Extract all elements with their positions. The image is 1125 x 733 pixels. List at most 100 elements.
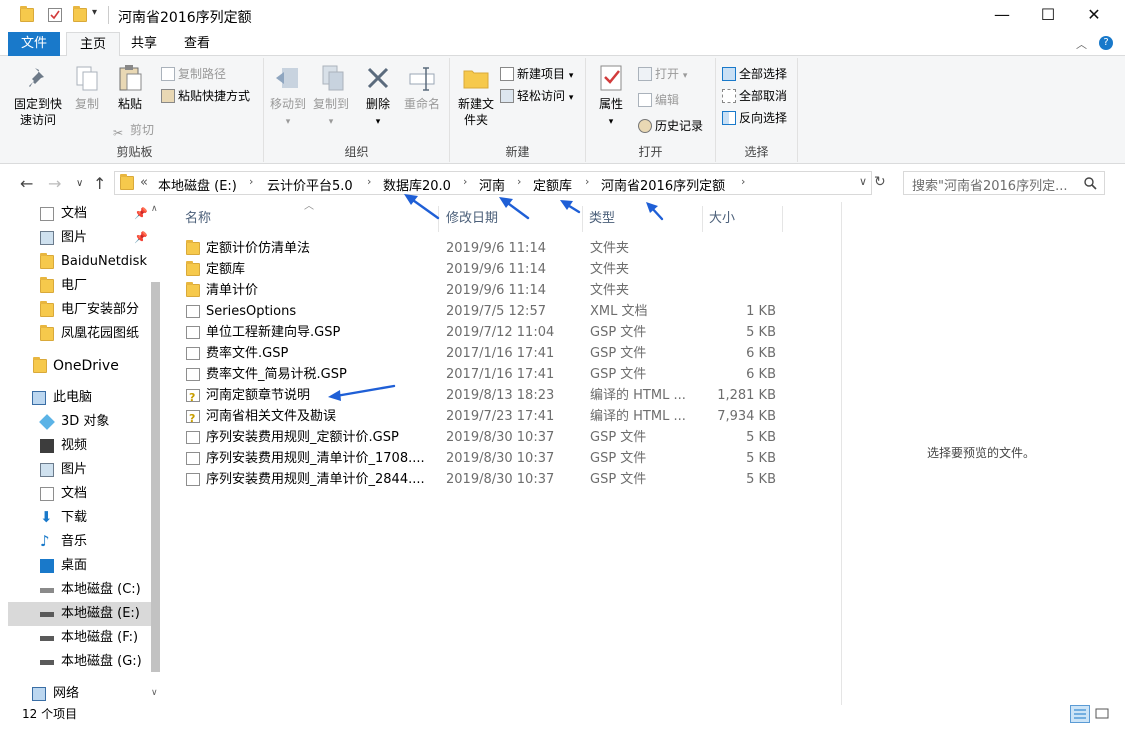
breadcrumb-separator-icon[interactable]: › <box>367 175 371 188</box>
copy-path-button[interactable]: 复制路径 <box>161 64 226 84</box>
tab-share[interactable]: 共享 <box>118 32 170 56</box>
file-row[interactable]: 单位工程新建向导.GSP 2019/7/12 11:04 GSP 文件 5 KB <box>180 322 800 343</box>
edit-button[interactable]: 编辑 <box>638 90 679 110</box>
breadcrumb-overflow[interactable]: « <box>140 175 148 190</box>
new-folder-quick-access-icon[interactable] <box>73 6 87 22</box>
nav-item-power-plant[interactable]: 电厂 <box>8 274 148 298</box>
help-icon[interactable]: ? <box>1099 36 1113 50</box>
nav-item-drive-c[interactable]: 本地磁盘 (C:) <box>8 578 148 602</box>
column-header-size[interactable]: 大小 <box>709 206 735 232</box>
up-arrow-icon[interactable]: ↑ <box>93 174 106 193</box>
refresh-icon[interactable]: ↻ <box>874 174 886 190</box>
scrollbar-thumb[interactable] <box>151 282 160 672</box>
breadcrumb-item[interactable]: 河南省2016序列定额 <box>601 175 725 194</box>
tab-home[interactable]: 主页 <box>66 32 121 57</box>
nav-item-garden-drawings[interactable]: 凤凰花园图纸 <box>8 322 148 346</box>
search-icon[interactable] <box>1084 177 1097 190</box>
collapse-ribbon-icon[interactable]: ︿ <box>1076 36 1087 52</box>
open-button[interactable]: 打开 ▾ <box>638 64 687 84</box>
breadcrumb-separator-icon[interactable]: › <box>517 175 521 188</box>
nav-item-drive-e[interactable]: 本地磁盘 (E:) <box>8 602 155 626</box>
properties-quick-access-icon[interactable] <box>48 8 62 22</box>
breadcrumb-separator-icon[interactable]: › <box>741 175 745 188</box>
nav-item-pictures-pc[interactable]: 图片 <box>8 458 148 482</box>
column-header-name[interactable]: 名称 <box>185 206 211 232</box>
tab-view[interactable]: 查看 <box>171 32 223 56</box>
paste-shortcut-button[interactable]: 粘贴快捷方式 <box>161 86 250 106</box>
paste-button[interactable]: 粘贴 <box>110 62 150 112</box>
select-none-button[interactable]: 全部取消 <box>722 86 787 106</box>
nav-item-desktop[interactable]: 桌面 <box>8 554 148 578</box>
file-row[interactable]: 定额计价仿清单法 2019/9/6 11:14 文件夹 <box>180 238 800 259</box>
rename-button[interactable]: 重命名 <box>400 62 444 112</box>
breadcrumb-item[interactable]: 本地磁盘 (E:) <box>158 175 237 194</box>
file-row[interactable]: 清单计价 2019/9/6 11:14 文件夹 <box>180 280 800 301</box>
tab-file[interactable]: 文件 <box>8 32 61 56</box>
nav-item-documents[interactable]: 文档 📌 <box>8 202 148 226</box>
nav-item-music[interactable]: ♪ 音乐 <box>8 530 148 554</box>
address-dropdown-icon[interactable]: ∨ <box>859 175 867 188</box>
recent-locations-icon[interactable]: ∨ <box>76 178 83 189</box>
scroll-up-icon[interactable]: ∧ <box>151 204 158 214</box>
nav-item-drive-g[interactable]: 本地磁盘 (G:) <box>8 650 148 674</box>
address-bar[interactable]: « 本地磁盘 (E:) › 云计价平台5.0 › 数据库20.0 › 河南 › … <box>114 171 872 195</box>
file-row[interactable]: 序列安装费用规则_清单计价_2844.... 2019/8/30 10:37 GSP… <box>180 469 800 490</box>
search-box[interactable]: 搜索"河南省2016序列定... <box>903 171 1105 195</box>
history-button[interactable]: 历史记录 <box>638 116 703 136</box>
pin-icon[interactable]: 📌 <box>134 202 148 226</box>
scroll-down-icon[interactable]: ∨ <box>151 688 158 698</box>
move-to-button[interactable]: 移动到 ▾ <box>268 62 308 130</box>
nav-item-network[interactable]: 网络 <box>8 682 148 705</box>
column-divider[interactable] <box>438 206 439 232</box>
maximize-button[interactable]: ☐ <box>1025 0 1071 30</box>
nav-item-this-pc[interactable]: 此电脑 <box>8 386 148 410</box>
properties-button[interactable]: 属性 ▾ <box>592 62 630 130</box>
new-folder-button[interactable]: 新建文件夹 <box>454 62 498 128</box>
breadcrumb-item[interactable]: 河南 <box>479 175 505 194</box>
nav-scrollbar[interactable]: ∧ ∨ <box>148 202 163 705</box>
file-row[interactable]: 费率文件.GSP 2017/1/16 17:41 GSP 文件 6 KB <box>180 343 800 364</box>
nav-item-videos[interactable]: 视频 <box>8 434 148 458</box>
column-header-type[interactable]: 类型 <box>589 206 615 232</box>
file-row[interactable]: 序列安装费用规则_定额计价.GSP 2019/8/30 10:37 GSP 文件 5 … <box>180 427 800 448</box>
select-all-button[interactable]: 全部选择 <box>722 64 787 84</box>
column-header-date[interactable]: 修改日期 <box>446 206 498 232</box>
copy-button[interactable]: 复制 <box>68 62 106 112</box>
column-divider[interactable] <box>782 206 783 232</box>
pin-quick-access-button[interactable]: 固定到快速访问 <box>10 62 66 128</box>
breadcrumb-item[interactable]: 云计价平台5.0 <box>267 175 353 194</box>
copy-to-button[interactable]: 复制到 ▾ <box>310 62 352 130</box>
customize-quick-access-icon[interactable]: ▾ <box>92 7 97 18</box>
file-row[interactable]: 序列安装费用规则_清单计价_1708.... 2019/8/30 10:37 GSP… <box>180 448 800 469</box>
nav-item-pictures[interactable]: 图片 📌 <box>8 226 148 250</box>
breadcrumb-separator-icon[interactable]: › <box>463 175 467 188</box>
cut-button[interactable]: ✂ 剪切 <box>113 120 154 140</box>
invert-selection-button[interactable]: 反向选择 <box>722 108 787 128</box>
breadcrumb-item[interactable]: 数据库20.0 <box>383 175 451 194</box>
details-view-icon[interactable] <box>1070 705 1090 723</box>
close-button[interactable]: ✕ <box>1071 0 1117 30</box>
pin-icon[interactable]: 📌 <box>134 226 148 250</box>
nav-item-downloads[interactable]: ⬇ 下载 <box>8 506 148 530</box>
nav-item-power-plant-install[interactable]: 电厂安装部分 <box>8 298 148 322</box>
breadcrumb-item[interactable]: 定额库 <box>533 175 572 194</box>
easy-access-button[interactable]: 轻松访问 ▾ <box>500 86 573 106</box>
nav-item-3d-objects[interactable]: 3D 对象 <box>8 410 148 434</box>
column-divider[interactable] <box>702 206 703 232</box>
breadcrumb-separator-icon[interactable]: › <box>249 175 253 188</box>
delete-button[interactable]: 删除 ▾ <box>360 62 396 130</box>
file-row[interactable]: 河南定额章节说明 2019/8/13 18:23 编译的 HTML ... 1,281… <box>180 385 800 408</box>
back-arrow-icon[interactable]: ← <box>20 174 33 193</box>
nav-item-onedrive[interactable]: OneDrive <box>8 354 148 378</box>
nav-item-documents-pc[interactable]: 文档 <box>8 482 148 506</box>
forward-arrow-icon[interactable]: → <box>48 174 61 193</box>
breadcrumb-separator-icon[interactable]: › <box>585 175 589 188</box>
minimize-button[interactable]: — <box>979 0 1025 30</box>
nav-item-drive-f[interactable]: 本地磁盘 (F:) <box>8 626 148 650</box>
file-row[interactable]: 费率文件_简易计税.GSP 2017/1/16 17:41 GSP 文件 6 KB <box>180 364 800 385</box>
large-icons-view-icon[interactable] <box>1093 705 1113 723</box>
nav-item-baidunetdisk[interactable]: BaiduNetdisk <box>8 250 148 274</box>
file-row[interactable]: 定额库 2019/9/6 11:14 文件夹 <box>180 259 800 280</box>
column-divider[interactable] <box>582 206 583 232</box>
new-item-button[interactable]: 新建项目 ▾ <box>500 64 573 84</box>
